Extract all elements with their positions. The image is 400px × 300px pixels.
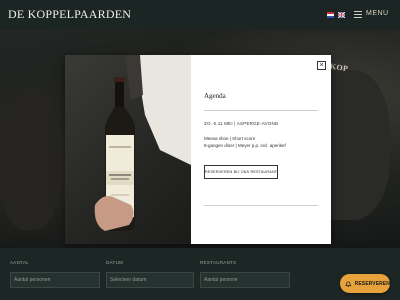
field-label-restaurants: RESTAURANTS xyxy=(200,260,237,265)
event-description-line: 8-gangen diner | Meyer p.p. incl. aperit… xyxy=(204,143,286,148)
modal-content: × Agenda ZO. 6.11 MEI | ASPERGE-AVOND Me… xyxy=(191,55,331,244)
floating-reserve-label: RESERVEREN xyxy=(354,280,390,287)
english-flag-icon[interactable] xyxy=(338,12,345,18)
modal-title: Agenda xyxy=(204,92,226,100)
site-logo[interactable]: DE KOPPELPAARDEN xyxy=(8,7,131,22)
event-title: ZO. 6.11 MEI | ASPERGE-AVOND xyxy=(204,121,279,126)
close-button[interactable]: × xyxy=(317,61,326,70)
hamburger-menu-icon[interactable] xyxy=(354,11,362,18)
field-label-datum: DATUM xyxy=(106,260,124,265)
reserve-restaurant-button[interactable]: RESERVEREN BIJ ONS RESTAURANT xyxy=(204,165,278,179)
divider xyxy=(204,205,318,206)
wine-bottle-illustration xyxy=(94,55,191,231)
divider xyxy=(204,110,318,111)
wine-bottle-photo xyxy=(65,55,191,244)
field-label-aantal: AANTAL xyxy=(10,260,29,265)
event-description-line: Meesa shoe | Short score xyxy=(204,136,256,141)
dutch-flag-icon[interactable] xyxy=(327,12,334,18)
date-input-value: Selecteer datum xyxy=(110,277,147,283)
background-person-shape xyxy=(0,90,60,230)
menu-button[interactable]: MENU xyxy=(366,10,389,17)
bell-icon xyxy=(345,281,352,287)
restaurant-select-value: Aantal persone xyxy=(204,277,238,283)
agenda-modal: × Agenda ZO. 6.11 MEI | ASPERGE-AVOND Me… xyxy=(65,55,331,244)
site-header: DE KOPPELPAARDEN MENU xyxy=(0,0,400,30)
guests-input-value: Aantal personen xyxy=(14,277,51,283)
floating-reserve-button[interactable]: RESERVEREN xyxy=(340,274,390,293)
